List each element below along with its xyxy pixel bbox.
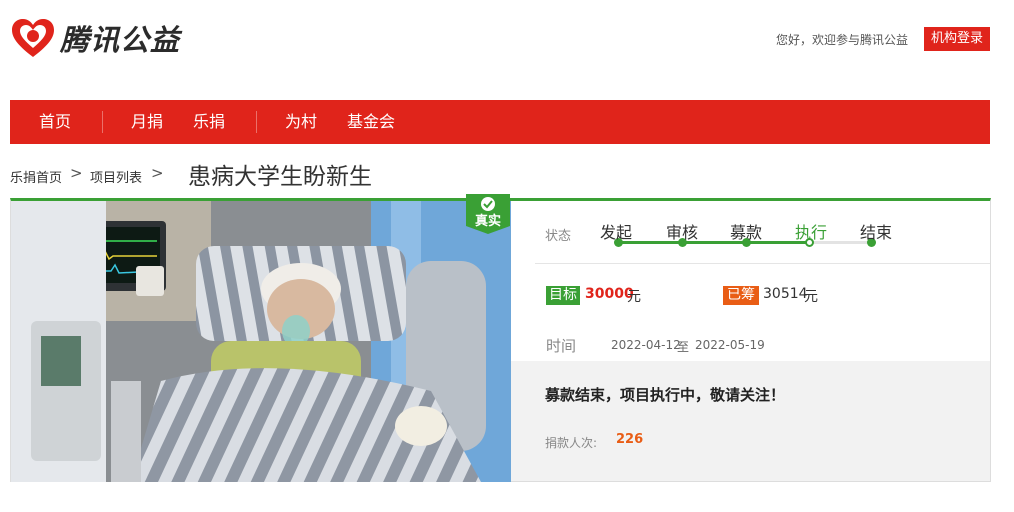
greeting-text: 您好，欢迎参与腾讯公益: [776, 33, 909, 47]
status-notice: 募款结束，项目执行中，敬请关注！: [545, 386, 786, 404]
verified-badge: 真实: [466, 194, 510, 234]
brand-name: 腾讯公益: [60, 23, 181, 57]
raised-tag: 已筹: [723, 286, 759, 305]
goal-tag: 目标: [546, 286, 580, 305]
page-title: 患病大学生盼新生: [188, 164, 372, 190]
step-fundraise: 募款: [730, 223, 763, 242]
raised-amount: 30514: [763, 286, 808, 302]
nav-item-foundation[interactable]: 基金会: [347, 100, 395, 144]
breadcrumb-project-list[interactable]: 项目列表: [90, 167, 142, 186]
step-review: 审核: [666, 223, 699, 242]
heart-logo-icon: [12, 19, 54, 57]
patient-photo[interactable]: [11, 201, 511, 482]
end-date: 2022-05-19: [695, 338, 765, 352]
step-end: 结束: [860, 223, 893, 242]
verified-badge-text: 真实: [475, 213, 501, 229]
start-date: 2022-04-12: [611, 338, 681, 352]
raised-unit: 元: [804, 289, 818, 305]
nav-divider: [256, 111, 257, 133]
breadcrumb-separator: >: [151, 164, 164, 182]
nav-item-home[interactable]: 首页: [39, 100, 71, 144]
project-info: 状态 发起 审核 募款 执行 结束 目标 30000 元 已筹 30514 元 …: [511, 201, 990, 481]
breadcrumb-separator: >: [70, 164, 83, 182]
status-progress: [618, 241, 808, 244]
nav-divider: [102, 111, 103, 133]
step-initiate: 发起: [600, 223, 633, 242]
nav-item-lejuan[interactable]: 乐捐: [193, 100, 225, 144]
org-login-button[interactable]: 机构登录: [924, 27, 990, 51]
breadcrumb-home[interactable]: 乐捐首页: [10, 167, 62, 186]
main-nav: 首页 月捐 乐捐 为村 基金会: [10, 100, 990, 144]
logo[interactable]: 腾讯公益: [10, 16, 180, 60]
date-to: 至: [677, 340, 690, 354]
time-label: 时间: [546, 337, 577, 355]
notice-box: 募款结束，项目执行中，敬请关注！ 捐款人次: 226: [511, 361, 990, 481]
nav-item-monthly[interactable]: 月捐: [131, 100, 163, 144]
divider: [535, 263, 990, 264]
status-label: 状态: [545, 229, 572, 244]
goal-unit: 元: [627, 289, 641, 305]
nav-item-village[interactable]: 为村: [285, 100, 317, 144]
donors-count: 226: [616, 432, 644, 447]
step-execute: 执行: [795, 223, 828, 242]
donors-label: 捐款人次:: [545, 436, 598, 450]
